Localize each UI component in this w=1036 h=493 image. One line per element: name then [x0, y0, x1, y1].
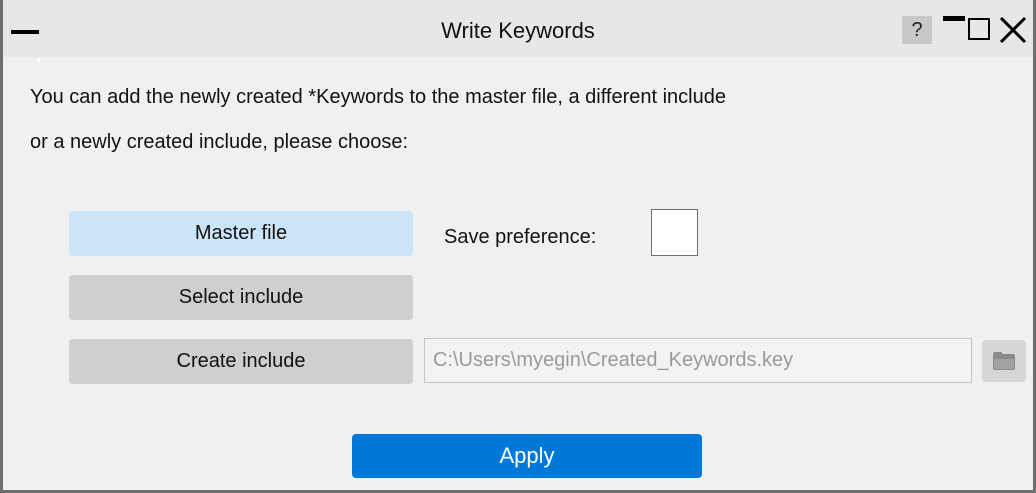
decorative-dot	[37, 58, 40, 61]
instruction-line-1: You can add the newly created *Keywords …	[30, 86, 726, 108]
master-file-button[interactable]: Master file	[69, 211, 413, 256]
save-preference-checkbox[interactable]	[651, 209, 698, 256]
close-button[interactable]	[995, 14, 1029, 46]
write-keywords-dialog: Write Keywords ? You can add the newly c…	[0, 0, 1036, 493]
create-include-button[interactable]: Create include	[69, 339, 413, 384]
select-include-button[interactable]: Select include	[69, 275, 413, 320]
title-bar: Write Keywords ?	[3, 0, 1033, 57]
minimize-icon	[943, 16, 965, 21]
folder-icon	[993, 352, 1015, 370]
save-preference-label: Save preference:	[444, 226, 597, 248]
apply-button[interactable]: Apply	[352, 434, 702, 478]
maximize-button[interactable]	[968, 18, 990, 40]
browse-folder-button[interactable]	[982, 340, 1026, 382]
help-button[interactable]: ?	[902, 16, 932, 44]
minimize-button[interactable]	[943, 16, 965, 44]
instruction-line-2: or a newly created include, please choos…	[30, 131, 409, 153]
include-path-field[interactable]: C:\Users\myegin\Created_Keywords.key	[424, 338, 972, 383]
close-icon	[999, 16, 1027, 44]
dialog-title: Write Keywords	[441, 18, 595, 43]
